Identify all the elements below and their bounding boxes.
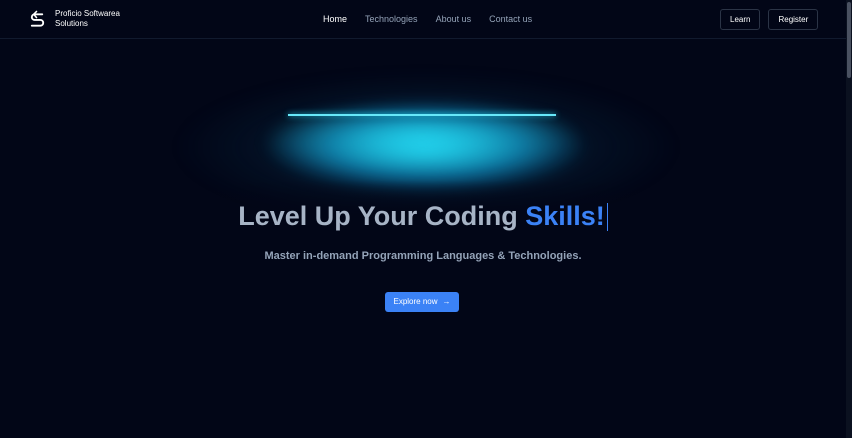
explore-now-label: Explore now [393, 297, 438, 306]
brand-name: Proficio Softwarea Solutions [55, 9, 125, 29]
explore-now-button[interactable]: Explore now → [385, 292, 459, 312]
brand-link[interactable]: Proficio Softwarea Solutions [28, 9, 125, 29]
nav-actions: Learn Register [720, 9, 819, 30]
nav-link-about-us[interactable]: About us [436, 14, 472, 25]
arrow-right-icon: → [442, 297, 451, 306]
hero-title: Level Up Your Coding Skills! [0, 199, 846, 233]
hero-subtitle: Master in-demand Programming Languages &… [264, 250, 582, 262]
navbar: Proficio Softwarea Solutions Home Techno… [0, 0, 846, 39]
hero-title-main: Level Up Your Coding [238, 201, 526, 231]
register-button[interactable]: Register [768, 9, 819, 30]
brand-line-2: Solutions [55, 19, 88, 28]
nav-link-home[interactable]: Home [323, 14, 347, 25]
learn-button[interactable]: Learn [720, 9, 761, 30]
typing-cursor [606, 203, 608, 231]
scrollbar-thumb[interactable] [847, 2, 851, 78]
page: Proficio Softwarea Solutions Home Techno… [0, 0, 852, 438]
brand-line-1: Proficio Softwarea [55, 9, 120, 18]
scrollbar[interactable] [846, 0, 852, 438]
brand-logo-icon [30, 10, 45, 27]
lamp-line [288, 114, 556, 116]
nav-link-contact-us[interactable]: Contact us [489, 14, 532, 25]
nav-link-technologies[interactable]: Technologies [365, 14, 418, 25]
nav-links: Home Technologies About us Contact us [323, 14, 532, 25]
hero-title-accent: Skills! [525, 201, 605, 231]
